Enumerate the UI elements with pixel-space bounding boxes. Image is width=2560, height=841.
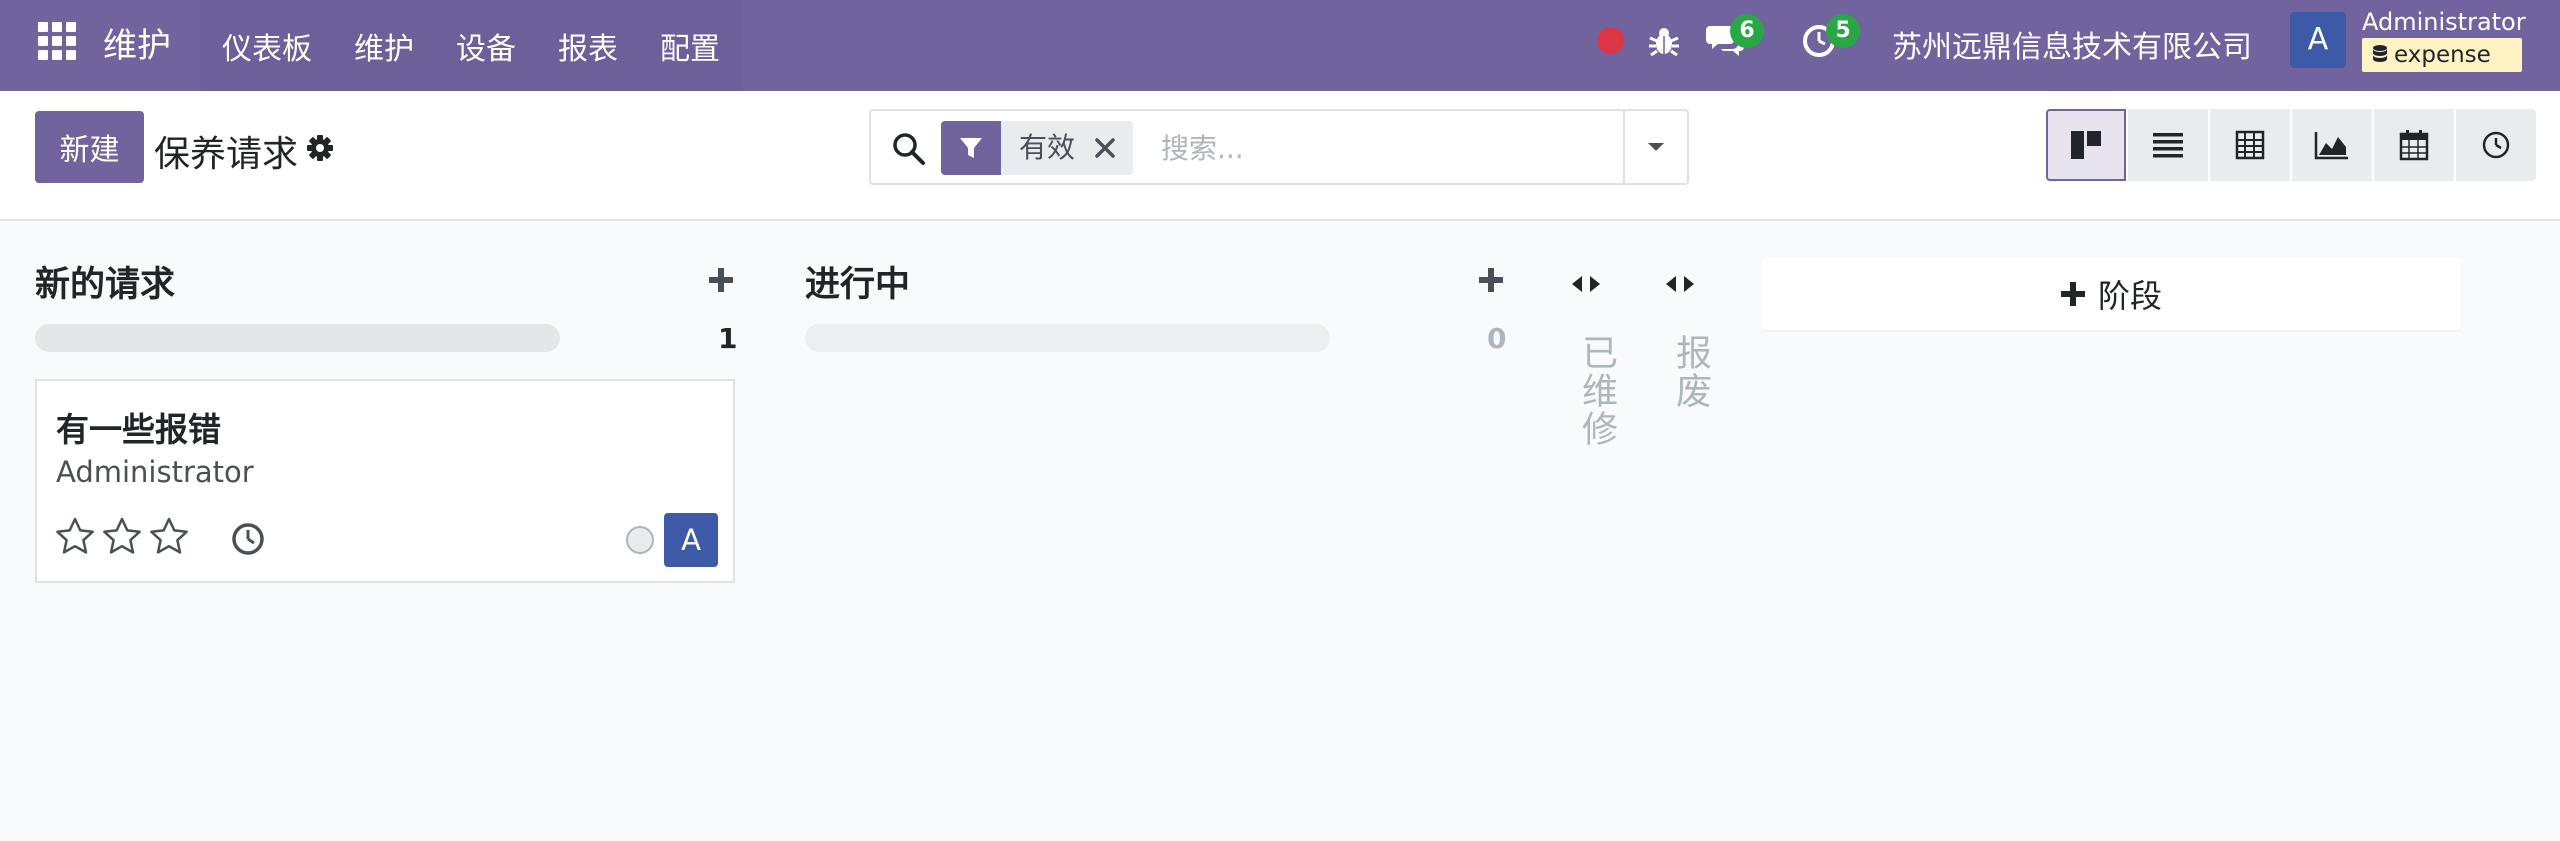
column-title-new: 新的请求 [35,265,176,305]
debug-bug-icon[interactable] [1648,24,1680,58]
view-calendar-button[interactable] [2374,109,2454,181]
facet-label: 有效 [1001,121,1094,175]
page-title: 保养请求 [154,134,299,175]
filter-icon [941,121,1001,175]
database-name: expense [2394,42,2491,68]
search-icon[interactable] [891,131,927,167]
menu-item-maintenance[interactable]: 维护 [354,24,414,68]
activity-clock-icon[interactable] [230,521,266,557]
pivot-table-icon [2235,130,2265,160]
view-switcher [2046,109,2536,181]
card-avatar[interactable]: A [664,513,718,567]
column-add-icon[interactable] [707,266,735,294]
list-icon [2153,133,2183,158]
main-menu: 仪表板 维护 设备 报表 配置 [200,0,742,91]
database-badge: expense [2362,38,2522,72]
view-pivot-button[interactable] [2210,109,2290,181]
database-icon [2373,45,2387,62]
column-progress-bar[interactable] [35,324,560,352]
folded-column-label[interactable]: 已维修 [1570,334,1622,448]
view-graph-button[interactable] [2292,109,2372,181]
unfold-arrows-icon[interactable] [1568,270,1604,298]
app-menu-grid-icon[interactable] [38,22,76,60]
control-panel: 新建 保养请求 有效 [0,91,2560,221]
activity-clock-icon [2482,131,2510,159]
menu-item-configuration[interactable]: 配置 [660,24,720,68]
record-status-dot-icon[interactable] [1597,27,1624,54]
column-count: 1 [718,322,738,355]
card-title: 有一些报错 [56,410,221,449]
search-input[interactable] [1161,123,1581,173]
add-stage-label: 阶段 [2097,277,2162,315]
star-icon[interactable] [100,515,144,559]
caret-down-icon [1648,143,1664,151]
kanban-card[interactable]: 有一些报错 Administrator A [35,379,735,583]
messages-count-badge: 6 [1730,14,1764,48]
view-activity-button[interactable] [2456,109,2536,181]
activities-count-badge: 5 [1826,14,1860,48]
priority-stars [53,515,194,559]
search-bar: 有效 [869,109,1689,185]
user-name[interactable]: Administrator [2362,8,2526,36]
card-user: Administrator [56,455,254,489]
star-icon[interactable] [53,515,97,559]
new-button[interactable]: 新建 [35,111,144,183]
kanban-icon [2071,131,2101,159]
view-kanban-button[interactable] [2046,109,2126,181]
column-count: 0 [1487,322,1507,355]
gear-icon[interactable] [305,133,335,163]
calendar-icon [2399,130,2429,161]
folded-column-label[interactable]: 报废 [1664,334,1716,410]
app-brand[interactable]: 维护 [103,18,171,67]
view-list-button[interactable] [2128,109,2208,181]
top-navbar: 维护 仪表板 维护 设备 报表 配置 6 5 苏州远鼎信息技术有限公司 A Ad… [0,0,2560,91]
star-icon[interactable] [147,515,191,559]
search-facet: 有效 [941,121,1134,175]
user-avatar[interactable]: A [2290,12,2346,68]
column-title-in-progress: 进行中 [805,265,911,305]
kanban-state-dot[interactable] [626,526,654,554]
menu-item-reporting[interactable]: 报表 [558,24,618,68]
unfold-arrows-icon[interactable] [1662,270,1698,298]
column-progress-bar[interactable] [805,324,1330,352]
plus-icon [2060,282,2085,306]
company-switcher[interactable]: 苏州远鼎信息技术有限公司 [1892,22,2252,66]
area-chart-icon [2314,132,2348,160]
search-options-toggle[interactable] [1623,111,1687,183]
menu-item-dashboard[interactable]: 仪表板 [222,24,312,68]
column-add-icon[interactable] [1477,266,1505,294]
facet-close-icon[interactable] [1093,121,1134,175]
add-stage-button[interactable]: 阶段 [1761,258,2461,330]
menu-item-equipment[interactable]: 设备 [456,24,516,68]
